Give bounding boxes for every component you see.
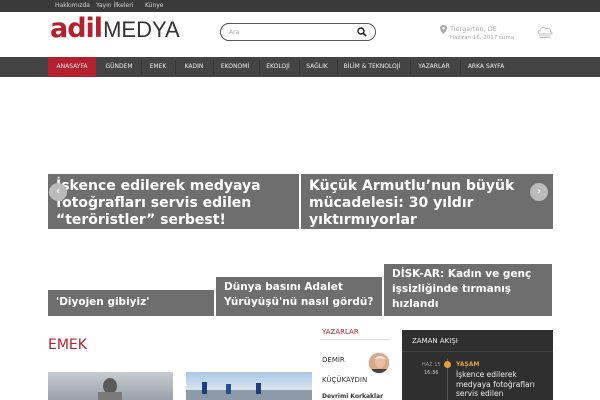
nav-item-saglik[interactable]: SAĞLIK <box>302 57 332 77</box>
topbar-link-principles[interactable]: Yayın İlkeleri <box>96 2 133 10</box>
authors-title[interactable]: YAZARLAR <box>322 328 359 336</box>
author-article-title[interactable]: Devrimi Korkaklar <box>322 393 383 400</box>
section-title[interactable]: EMEK <box>48 337 87 353</box>
news-card-2[interactable]: Dünya basını Adalet Yürüyüşü'nü nasıl gö… <box>216 277 382 316</box>
author-photo <box>369 353 389 373</box>
timeline-category[interactable]: YAŞAM <box>456 361 479 368</box>
topbar-link-about[interactable]: Hakkımızda <box>55 2 90 10</box>
top-bar: Hakkımızda Yayın İlkeleri Künye <box>0 0 600 12</box>
timeline-title: ZAMAN AKIŞI <box>412 337 458 345</box>
nav-item-yazarlar[interactable]: YAZARLAR <box>414 57 454 77</box>
slider-caption-1[interactable]: İşkence edilerek medyaya fotoğrafları se… <box>48 174 299 229</box>
cloud-weather-icon <box>537 27 553 38</box>
weather-location: Tiergarten, DE <box>450 25 497 33</box>
thumbnail-image-1 <box>98 378 122 400</box>
site-logo[interactable]: adil MEDYA <box>50 13 180 45</box>
news-thumbnail-1[interactable] <box>48 372 173 400</box>
location-pin-icon <box>440 25 447 34</box>
author-first-name[interactable]: DEMİR <box>322 356 345 364</box>
news-card-3[interactable]: DİSK-AR: Kadın ve genç işsizliğinde tırm… <box>384 264 552 316</box>
nav-item-bilim-teknoloji[interactable]: BİLİM & TEKNOLOJİ <box>340 57 404 77</box>
slider-caption-2[interactable]: Küçük Armutlu’nun büyük mücadelesi: 30 y… <box>301 174 553 229</box>
nav-item-ekoloji[interactable]: EKOLOJİ <box>262 57 294 77</box>
news-card-1[interactable]: 'Diyojen gibiyiz' <box>48 290 214 316</box>
timeline-time: 16:36 <box>424 370 439 376</box>
author-last-name[interactable]: KÜÇÜKAYDIN <box>322 376 367 384</box>
thumbnail-image-2 <box>186 382 312 400</box>
nav-item-emek[interactable]: EMEK <box>144 57 172 77</box>
slider-next-button[interactable]: › <box>530 183 548 201</box>
main-nav: ANASAYFA GÜNDEM EMEK KADIN EKONOMİ EKOLO… <box>0 57 600 77</box>
logo-medya-text: MEDYA <box>103 17 180 42</box>
nav-item-arka-sayfa[interactable]: ARKA SAYFA <box>464 57 508 77</box>
nav-item-ekonomi[interactable]: EKONOMİ <box>216 57 254 77</box>
nav-item-home[interactable]: ANASAYFA <box>48 57 96 77</box>
timeline-panel: ZAMAN AKIŞI HAZ 15 16:36 YAŞAM İşkence e… <box>402 330 553 400</box>
timeline-item-text[interactable]: İşkence edilerek medyaya fotoğrafları se… <box>456 370 548 400</box>
search-input[interactable] <box>229 26 349 38</box>
weather-date: Haziran 16, 2017 cuma <box>450 35 515 41</box>
search-icon[interactable] <box>357 27 367 37</box>
search-box <box>220 23 376 41</box>
nav-item-gundem[interactable]: GÜNDEM <box>100 57 138 77</box>
nav-item-kadin[interactable]: KADIN <box>178 57 210 77</box>
logo-adil-text: adil <box>50 13 103 44</box>
timeline-dot-icon <box>444 361 451 368</box>
timeline-month: HAZ 15 <box>422 362 441 368</box>
author-avatar[interactable] <box>368 352 390 374</box>
slider-prev-button[interactable]: ‹ <box>49 183 67 201</box>
topbar-link-imprint[interactable]: Künye <box>145 2 163 10</box>
news-thumbnail-2[interactable] <box>186 372 312 400</box>
